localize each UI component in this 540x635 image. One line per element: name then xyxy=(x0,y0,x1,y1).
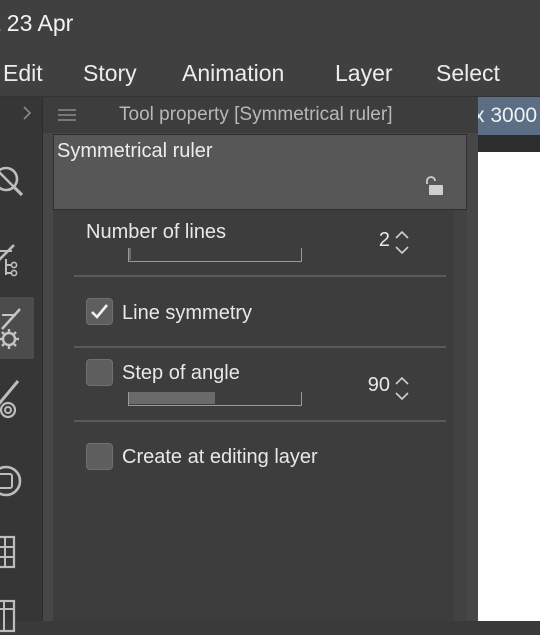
create-at-editing-layer-checkbox[interactable] xyxy=(86,443,113,470)
menu-item-story[interactable]: Story xyxy=(83,60,137,87)
grid-icon[interactable] xyxy=(0,533,32,573)
step-of-angle-checkbox[interactable] xyxy=(86,359,113,386)
number-of-lines-label: Number of lines xyxy=(86,221,227,243)
ruler-search-icon[interactable] xyxy=(0,159,32,199)
number-of-lines-spinner-icon[interactable] xyxy=(393,227,411,257)
number-of-lines-slider-fill xyxy=(129,248,131,260)
divider xyxy=(74,346,446,348)
hamburger-icon[interactable] xyxy=(57,108,77,122)
line-symmetry-checkbox[interactable] xyxy=(86,298,113,325)
film-icon[interactable] xyxy=(0,595,32,635)
menu-item-select[interactable]: Select xyxy=(436,60,500,87)
status-date: t 23 Apr xyxy=(0,10,74,36)
number-of-lines-slider[interactable] xyxy=(128,248,302,262)
create-at-editing-layer-label: Create at editing layer xyxy=(122,446,318,468)
preset-name: Symmetrical ruler xyxy=(57,140,213,162)
checkmark-icon xyxy=(91,304,108,319)
panel-header: Tool property [Symmetrical ruler] xyxy=(43,97,478,133)
settings-body xyxy=(53,210,454,621)
canvas[interactable] xyxy=(478,97,540,621)
menu-bar: Edit Story Animation Layer Select xyxy=(0,50,540,97)
unlock-icon[interactable] xyxy=(423,175,445,197)
canvas-tab[interactable]: x 3000 xyxy=(478,97,540,135)
divider xyxy=(74,420,446,422)
canvas-tab-divider xyxy=(478,135,540,152)
chevron-right-icon[interactable] xyxy=(20,105,34,121)
divider xyxy=(74,275,446,277)
line-symmetry-label: Line symmetry xyxy=(122,302,253,324)
ruler-link-icon[interactable] xyxy=(0,239,32,279)
step-of-angle-label: Step of angle xyxy=(122,362,240,384)
step-of-angle-slider[interactable] xyxy=(128,392,302,406)
tool-bar xyxy=(0,97,43,633)
step-of-angle-spinner-icon[interactable] xyxy=(393,373,411,403)
step-of-angle-slider-fill xyxy=(129,392,215,404)
number-of-lines-value[interactable]: 2 xyxy=(368,229,390,252)
scrollbar[interactable] xyxy=(454,210,467,621)
status-bar: t 23 Apr xyxy=(0,0,540,50)
menu-item-animation[interactable]: Animation xyxy=(182,60,284,87)
panel-title: Tool property [Symmetrical ruler] xyxy=(119,104,393,125)
menu-item-layer[interactable]: Layer xyxy=(335,60,393,87)
step-of-angle-value[interactable]: 90 xyxy=(358,374,390,397)
ruler-pen-icon[interactable] xyxy=(0,379,32,419)
canvas-tab-label: x 3000 xyxy=(478,104,538,127)
circle-icon[interactable] xyxy=(0,461,32,501)
preset-header: Symmetrical ruler xyxy=(53,134,467,210)
ruler-gear-icon[interactable] xyxy=(0,297,34,359)
menu-item-edit[interactable]: Edit xyxy=(3,60,43,87)
